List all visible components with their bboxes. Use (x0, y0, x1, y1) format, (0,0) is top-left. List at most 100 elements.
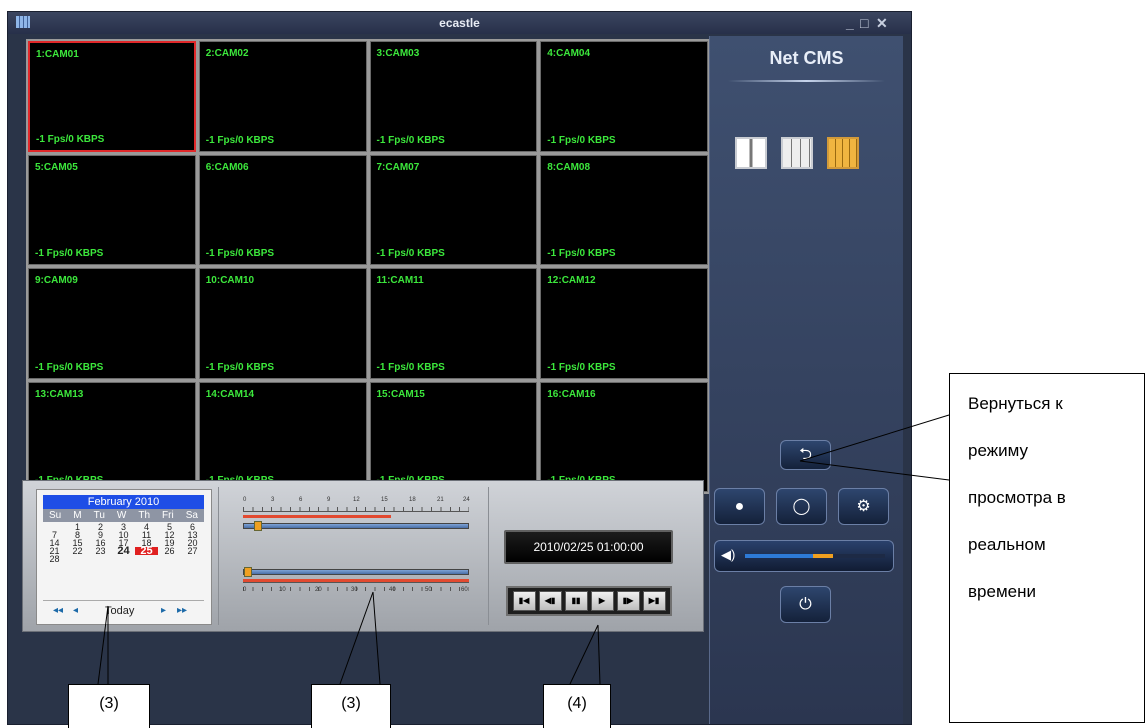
next-month-icon[interactable]: ▸ (161, 605, 166, 616)
camera-view[interactable]: 16:CAM16-1 Fps/0 KBPS (540, 381, 708, 492)
skip-start-button[interactable]: ▮◀ (512, 591, 536, 611)
prev-month-icon[interactable]: ◂ (73, 605, 78, 616)
weekday: Fri (162, 510, 174, 521)
layout-2x2-icon[interactable] (735, 137, 767, 169)
camera-name: 2:CAM02 (205, 48, 249, 59)
calendar: February 2010 Su M Tu W Th Fri Sa 123456… (36, 489, 212, 625)
camera-view[interactable]: 5:CAM05 -1 Fps/0 KBPS (28, 154, 196, 265)
camera-fps: -1 Fps/0 KBPS (376, 361, 445, 373)
volume-track[interactable] (745, 554, 885, 558)
camera-view[interactable]: 12:CAM12 -1 Fps/0 KBPS (540, 268, 708, 379)
camera-fps: -1 Fps/0 KBPS (205, 134, 275, 146)
camera-icon: ◯ (792, 498, 811, 515)
minute-slider[interactable] (243, 567, 469, 577)
hour-tick: 3 (271, 497, 275, 503)
minimize-button[interactable]: _ (846, 15, 854, 31)
weekday: Tu (93, 510, 105, 521)
speaker-icon: ◀) (721, 547, 736, 562)
close-button[interactable]: ✕ (876, 15, 888, 32)
hour-tick: 21 (437, 497, 444, 503)
power-button[interactable]: ⏻ (780, 586, 831, 623)
play-button[interactable]: ▶ (590, 591, 614, 611)
camera-view[interactable]: 14:CAM14-1 Fps/0 KBPS (198, 381, 367, 492)
camera-view[interactable]: 2:CAM02 -1 Fps/0 KBPS (198, 41, 367, 152)
calendar-days: 123456 7 8 9 10 11 12 13 14 15 16 17 18 19 20 21 22 23… (43, 523, 204, 564)
camera-name: 16:CAM16 (547, 388, 596, 400)
camera-view[interactable]: 9:CAM09 -1 Fps/0 KBPS (28, 268, 196, 379)
layout-4x4-icon[interactable] (827, 137, 859, 169)
timeline: 0 3 6 9 12 15 18 21 24 0 10 20 30 40 50 … (243, 497, 470, 593)
camera-view[interactable]: 13:CAM13-1 Fps/0 KBPS (28, 381, 196, 492)
next-year-icon[interactable]: ▸▸ (177, 605, 187, 616)
recording-bar (243, 515, 391, 518)
today-button[interactable]: Today (105, 605, 134, 617)
camera-view[interactable]: 11:CAM11 -1 Fps/0 KBPS (369, 268, 538, 379)
minute-tick: 50 (425, 587, 432, 593)
hour-slider[interactable] (243, 521, 469, 531)
camera-view[interactable]: 7:CAM07 -1 Fps/0 KBPS (369, 154, 538, 265)
skip-end-button[interactable]: ▶▮ (642, 591, 666, 611)
volume-control[interactable]: ◀) (714, 540, 894, 572)
calendar-divider (43, 600, 204, 601)
minute-ruler: 0 10 20 30 40 50 60 (243, 582, 469, 593)
camera-view[interactable]: 3:CAM03 -1 Fps/0 KBPS (369, 41, 538, 152)
weekday: W (116, 510, 127, 521)
camera-view[interactable]: 8:CAM08 -1 Fps/0 KBPS (540, 154, 708, 265)
volume-knob[interactable] (813, 554, 833, 558)
minute-tick: 10 (279, 587, 286, 593)
snapshot-button[interactable]: ◯ (776, 488, 827, 525)
callout-line: времени (968, 582, 1036, 601)
calendar-day[interactable]: 27 (181, 547, 204, 556)
hour-tick: 9 (327, 497, 331, 503)
hour-slider-handle[interactable] (254, 521, 262, 531)
camera-fps: -1 Fps/0 KBPS (376, 248, 445, 259)
camera-name: 7:CAM07 (376, 161, 420, 173)
camera-view[interactable]: 4:CAM04 -1 Fps/0 KBPS (540, 41, 708, 152)
calendar-day[interactable]: 28 (43, 555, 66, 564)
camera-view[interactable]: 6:CAM06 -1 Fps/0 KBPS (198, 154, 367, 265)
camera-name: 1:CAM01 (36, 49, 79, 60)
calendar-weekdays: Su M Tu W Th Fri Sa (43, 509, 204, 522)
camera-fps: -1 Fps/0 KBPS (547, 361, 616, 373)
camera-name: 15:CAM15 (376, 388, 425, 400)
camera-fps: -1 Fps/0 KBPS (36, 133, 105, 145)
hour-tick: 15 (381, 497, 388, 503)
calendar-day[interactable]: 26 (158, 547, 181, 556)
datetime-display: 2010/02/25 01:00:00 (504, 530, 673, 564)
callout-line: просмотра в (968, 488, 1066, 507)
panel-divider (488, 487, 489, 625)
weekday: Th (138, 510, 151, 521)
label-calendar: (3) (68, 684, 150, 728)
settings-button[interactable]: ⚙ (838, 488, 889, 525)
camera-name: 11:CAM11 (376, 275, 424, 286)
step-forward-button[interactable]: ▮▶ (616, 591, 640, 611)
hour-tick: 0 (243, 497, 247, 503)
calendar-day[interactable]: 22 (66, 547, 89, 556)
camera-name: 6:CAM06 (205, 161, 249, 173)
prev-year-icon[interactable]: ◂◂ (53, 605, 63, 616)
calendar-day-recorded[interactable]: 24 (112, 546, 135, 557)
title-bar: ecastle _ □ ✕ (8, 12, 911, 34)
camera-name: 14:CAM14 (205, 388, 255, 400)
return-live-button[interactable]: ⮌ (780, 440, 831, 470)
pause-button[interactable]: ▮▮ (564, 591, 588, 611)
calendar-day[interactable]: 23 (89, 547, 112, 556)
hour-ruler: 0 3 6 9 12 15 18 21 24 (243, 497, 470, 512)
camera-name: 5:CAM05 (35, 161, 78, 173)
hour-tick: 12 (353, 497, 360, 503)
maximize-button[interactable]: □ (860, 15, 868, 31)
power-icon: ⏻ (799, 596, 812, 613)
layout-3x3-icon[interactable] (781, 137, 813, 169)
camera-name: 3:CAM03 (376, 48, 420, 59)
calendar-day-selected[interactable]: 25 (135, 546, 158, 557)
user-button[interactable]: ● (714, 488, 765, 525)
calendar-month: February 2010 (43, 495, 204, 509)
step-back-button[interactable]: ◀▮ (538, 591, 562, 611)
camera-view[interactable]: 15:CAM15-1 Fps/0 KBPS (369, 381, 538, 492)
minute-slider-handle[interactable] (244, 567, 252, 577)
annotation-callout: Вернуться к режиму просмотра в реальном … (949, 373, 1145, 723)
playback-panel: February 2010 Su M Tu W Th Fri Sa 123456… (22, 480, 704, 632)
camera-view[interactable]: 10:CAM10 -1 Fps/0 KBPS (198, 268, 367, 379)
return-icon: ⮌ (799, 446, 812, 463)
camera-view[interactable]: 1:CAM01 -1 Fps/0 KBPS (28, 41, 196, 152)
